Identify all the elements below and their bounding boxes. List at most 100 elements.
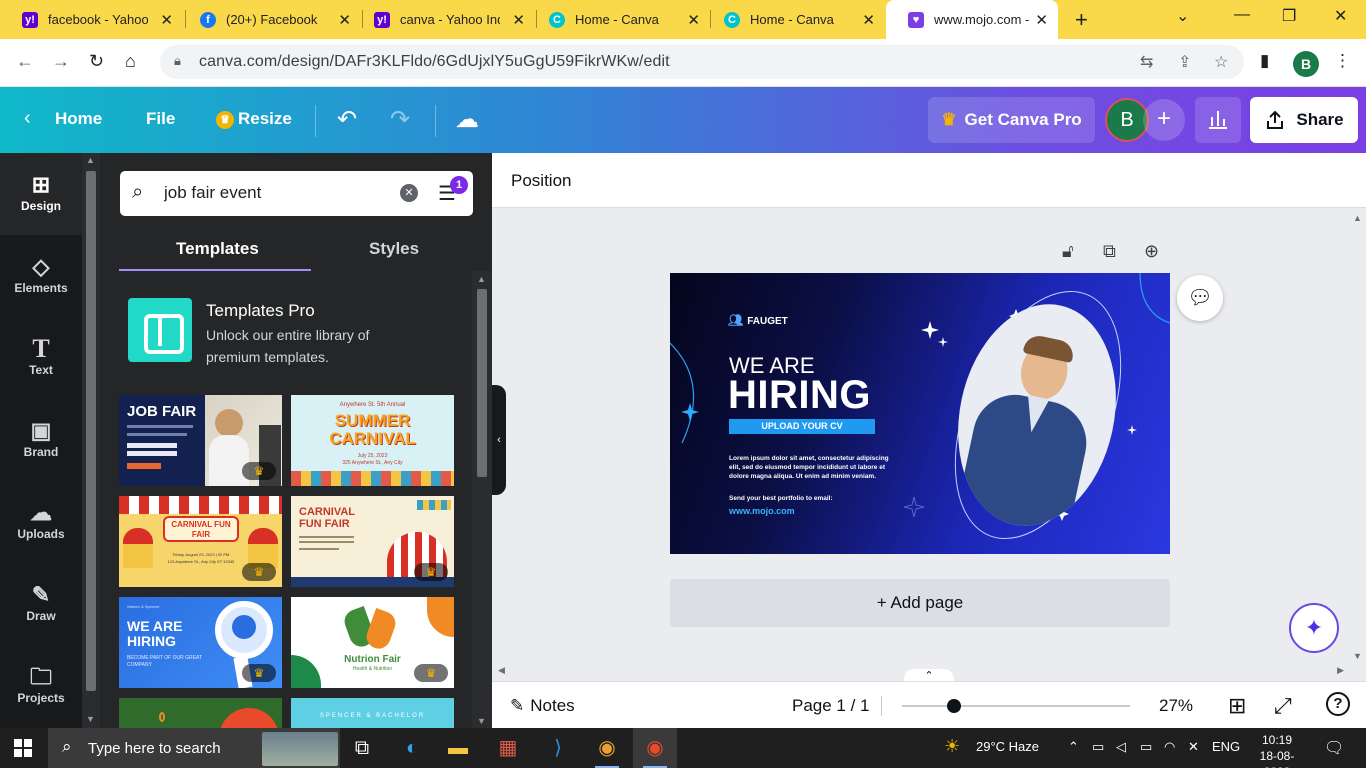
- fullscreen-icon[interactable]: ⤢: [1274, 693, 1292, 719]
- rail-item-design[interactable]: ⊞ Design: [0, 153, 82, 235]
- scrollbar-thumb[interactable]: [86, 171, 96, 691]
- tab-search-icon[interactable]: ⌄: [1176, 6, 1189, 26]
- canvas-vertical-scrollbar[interactable]: ▲ ▼: [1350, 211, 1366, 661]
- rail-item-text[interactable]: T Text: [0, 317, 82, 399]
- forward-icon[interactable]: →: [52, 51, 70, 72]
- language-indicator[interactable]: ENG: [1212, 739, 1240, 754]
- windows-start-icon[interactable]: [14, 739, 32, 757]
- zoom-slider[interactable]: [902, 705, 1130, 707]
- close-icon[interactable]: ✕: [862, 11, 875, 29]
- store-icon[interactable]: ▦: [486, 728, 530, 768]
- browser-tab[interactable]: y! canva - Yahoo Indi ✕: [352, 0, 537, 39]
- add-page-button[interactable]: + Add page: [670, 579, 1170, 627]
- url-text[interactable]: canva.com/design/DAFr3KLFldo/6GdUjxlY5uG…: [199, 53, 670, 71]
- chrome-profile-icon[interactable]: ◉: [633, 728, 677, 768]
- tray-expand-icon[interactable]: ⌃: [1068, 739, 1079, 755]
- home-icon[interactable]: ⌂: [125, 51, 136, 72]
- tab-styles[interactable]: Styles: [369, 239, 419, 259]
- share-page-icon[interactable]: ⇪: [1178, 52, 1191, 72]
- rail-item-projects[interactable]: 🗀︎ Projects: [0, 645, 82, 727]
- notifications-icon[interactable]: 🗨︎: [1324, 738, 1344, 758]
- task-view-icon[interactable]: ⧉: [340, 728, 384, 768]
- network-icon[interactable]: ▭: [1092, 739, 1104, 755]
- template-thumbnail[interactable]: [119, 698, 282, 728]
- menu-dots-icon[interactable]: ⋮: [1334, 51, 1351, 71]
- browser-profile-avatar[interactable]: B: [1293, 51, 1319, 77]
- add-collaborator-button[interactable]: +: [1143, 99, 1185, 141]
- battery-icon[interactable]: ▭: [1140, 739, 1152, 755]
- volume-icon[interactable]: ◁: [1116, 739, 1126, 755]
- weather-text[interactable]: 29°C Haze: [976, 739, 1039, 754]
- rail-item-draw[interactable]: ✎ Draw: [0, 563, 82, 645]
- rail-item-elements[interactable]: ◇ Elements: [0, 235, 82, 317]
- tab-templates[interactable]: Templates: [176, 239, 259, 259]
- template-thumbnail[interactable]: CARNIVAL FUN FAIR ♛: [291, 496, 454, 587]
- close-icon[interactable]: ✕: [338, 11, 351, 29]
- browser-tab[interactable]: f (20+) Facebook ✕: [178, 0, 363, 39]
- reload-icon[interactable]: ↻: [89, 51, 104, 72]
- panel-scrollbar[interactable]: ▲ ▼: [472, 271, 492, 728]
- file-menu-button[interactable]: File: [146, 109, 175, 129]
- wifi-icon[interactable]: ◠: [1164, 739, 1175, 755]
- share-button[interactable]: Share: [1250, 97, 1358, 143]
- translate-icon[interactable]: ⇆: [1140, 52, 1153, 72]
- design-canvas[interactable]: 👥︎ FAUGET WE ARE HIRING UPLOAD YOUR CV Lo…: [670, 273, 1170, 554]
- close-icon[interactable]: ✕: [160, 11, 173, 29]
- side-panel-icon[interactable]: ▮: [1260, 51, 1269, 71]
- help-icon[interactable]: ?: [1326, 692, 1350, 716]
- zoom-slider-knob[interactable]: [946, 699, 961, 713]
- new-tab-icon[interactable]: +: [1075, 7, 1088, 33]
- clock[interactable]: 10:19 18-08-2023: [1252, 732, 1302, 768]
- resize-button[interactable]: ♛ Resize: [216, 109, 292, 129]
- file-explorer-icon[interactable]: ▬: [436, 728, 480, 768]
- close-icon[interactable]: ✕: [512, 11, 525, 29]
- browser-tab[interactable]: y! facebook - Yahoo ✕: [0, 0, 185, 39]
- duplicate-page-icon[interactable]: ⧉: [1103, 241, 1116, 262]
- clear-search-icon[interactable]: ✕: [400, 184, 418, 202]
- cloud-saved-icon[interactable]: ☁: [455, 105, 479, 134]
- rail-item-uploads[interactable]: ☁ Uploads: [0, 481, 82, 563]
- address-bar[interactable]: 🔒︎ canva.com/design/DAFr3KLFldo/6GdUjxlY…: [160, 45, 1244, 79]
- template-thumbnail[interactable]: Nutrion Fair Health & Nutrition ♛: [291, 597, 454, 688]
- notes-button[interactable]: ✎ Notes: [510, 696, 575, 716]
- template-thumbnail[interactable]: Anywhere St. 5th Annual SUMMER CARNIVAL …: [291, 395, 454, 486]
- close-icon[interactable]: ✕: [1035, 11, 1048, 29]
- template-thumbnail[interactable]: JOB FAIR ♛: [119, 395, 282, 486]
- taskbar-search[interactable]: ⌕ Type here to search: [48, 728, 340, 768]
- magic-assistant-button[interactable]: ✦: [1289, 603, 1339, 653]
- scrollbar-thumb[interactable]: [477, 289, 487, 477]
- templates-pro-promo[interactable]: Templates Pro Unlock our entire library …: [128, 298, 448, 368]
- browser-tab[interactable]: C Home - Canva ✕: [527, 0, 712, 39]
- volume-muted-icon[interactable]: ✕: [1188, 739, 1199, 755]
- lock-page-icon[interactable]: 🔓︎: [1062, 241, 1074, 262]
- grid-view-icon[interactable]: ⊞: [1228, 693, 1246, 719]
- get-canva-pro-button[interactable]: ♛ Get Canva Pro: [928, 97, 1095, 143]
- position-button[interactable]: Position: [511, 171, 571, 191]
- window-close-icon[interactable]: ✕: [1334, 6, 1347, 26]
- collapse-panel-handle[interactable]: ‹: [492, 385, 506, 495]
- template-thumbnail[interactable]: Warner & Spencer WE ARE HIRING BECOME PA…: [119, 597, 282, 688]
- chrome-icon[interactable]: ◉: [585, 728, 629, 768]
- maximize-icon[interactable]: ❐: [1282, 6, 1296, 26]
- template-search-input[interactable]: [164, 181, 394, 205]
- page-indicator[interactable]: Page 1 / 1: [792, 696, 870, 716]
- minimize-icon[interactable]: —: [1234, 6, 1250, 24]
- add-page-icon[interactable]: ⊕: [1144, 241, 1159, 262]
- rail-scrollbar[interactable]: ▲ ▼: [82, 153, 100, 728]
- template-thumbnail[interactable]: CARNIVAL FUN FAIR Friday, August 23, 202…: [119, 496, 282, 587]
- rail-item-brand[interactable]: ▣ Brand: [0, 399, 82, 481]
- add-comment-button[interactable]: 💬︎: [1177, 275, 1223, 321]
- close-icon[interactable]: ✕: [687, 11, 700, 29]
- home-button[interactable]: Home: [55, 109, 102, 129]
- browser-tab[interactable]: C Home - Canva ✕: [702, 0, 887, 39]
- undo-icon[interactable]: ↶: [337, 105, 357, 134]
- back-icon[interactable]: ←: [16, 51, 34, 72]
- redo-icon[interactable]: ↷: [390, 105, 410, 134]
- browser-tab-active[interactable]: ♥ www.mojo.com - F ✕: [886, 0, 1058, 39]
- bookmark-star-icon[interactable]: ☆: [1214, 52, 1228, 72]
- edge-icon[interactable]: ◐: [390, 728, 434, 768]
- vscode-icon[interactable]: ⟩: [536, 728, 580, 768]
- insights-button[interactable]: [1195, 97, 1241, 143]
- zoom-level[interactable]: 27%: [1159, 696, 1193, 716]
- chevron-left-icon[interactable]: ‹: [24, 107, 31, 130]
